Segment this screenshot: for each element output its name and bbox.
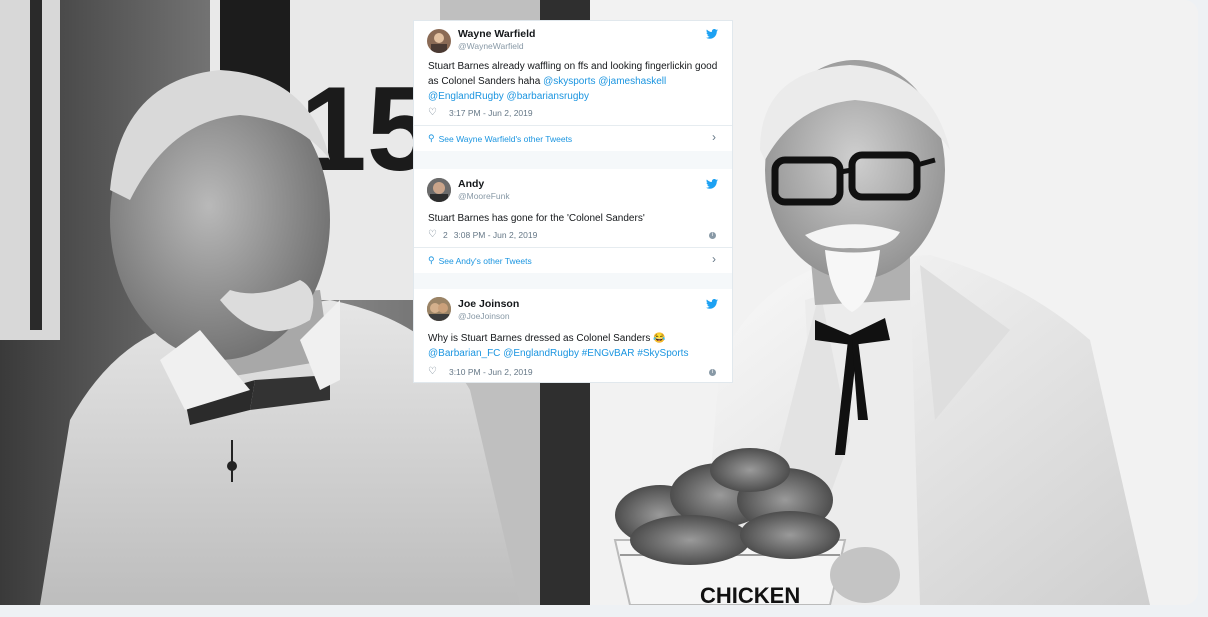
mention-link[interactable]: @barbariansrugby (507, 91, 589, 102)
tweet-author[interactable]: Joe Joinson (458, 298, 519, 310)
avatar-image-icon (431, 33, 447, 53)
chevron-right-icon[interactable]: › (712, 130, 716, 144)
tweet-text-body: Stuart Barnes has gone for the 'Colonel … (428, 213, 645, 224)
bucket-label: CHICKEN (700, 583, 800, 605)
tweet-text: Why is Stuart Barnes dressed as Colonel … (428, 331, 724, 361)
avatar[interactable] (427, 297, 451, 321)
tweet-embeds-panel: Wayne Warfield @WayneWarfield Stuart Bar… (413, 20, 733, 383)
tweet-separator (414, 273, 732, 289)
tweet-author[interactable]: Wayne Warfield (458, 28, 535, 40)
twitter-bird-icon[interactable] (706, 179, 718, 189)
tweet-handle[interactable]: @MooreFunk (458, 191, 510, 201)
see-other-tweets-label: See Andy's other Tweets (438, 255, 532, 266)
mention-link[interactable]: @skysports (543, 76, 595, 87)
tweet-text: Stuart Barnes has gone for the 'Colonel … (428, 211, 724, 226)
tweet-separator (414, 151, 732, 169)
tweet-meta: ♡ 3:10 PM - Jun 2, 2019 (428, 366, 533, 377)
heart-icon[interactable]: ♡ (428, 229, 437, 240)
mention-link[interactable]: @EnglandRugby (503, 348, 579, 359)
tweet-text: Stuart Barnes already waffling on ffs an… (428, 59, 724, 104)
see-other-tweets-link[interactable]: ⚲ See Andy's other Tweets (428, 255, 724, 266)
mention-link[interactable]: @EnglandRugby (428, 91, 504, 102)
chevron-right-icon[interactable]: › (712, 252, 716, 266)
tweet-card-1[interactable]: Wayne Warfield @WayneWarfield Stuart Bar… (414, 21, 732, 151)
search-icon: ⚲ (428, 255, 435, 265)
tweet-timestamp[interactable]: 3:08 PM - Jun 2, 2019 (454, 230, 538, 240)
info-icon[interactable]: i (709, 369, 716, 376)
tweet-timestamp[interactable]: 3:10 PM - Jun 2, 2019 (449, 367, 533, 377)
avatar[interactable] (427, 29, 451, 53)
tweet-card-3[interactable]: Joe Joinson @JoeJoinson Why is Stuart Ba… (414, 289, 732, 382)
divider (414, 125, 732, 126)
hashtag-link[interactable]: #SkySports (637, 348, 688, 359)
see-other-tweets-link[interactable]: ⚲ See Wayne Warfield's other Tweets (428, 133, 724, 144)
avatar-image-icon (427, 178, 451, 202)
see-other-tweets-label: See Wayne Warfield's other Tweets (438, 133, 573, 144)
avatar[interactable] (427, 178, 451, 202)
search-icon: ⚲ (428, 133, 435, 143)
heart-icon[interactable]: ♡ (428, 107, 437, 118)
heart-icon[interactable]: ♡ (428, 366, 437, 377)
divider (414, 247, 732, 248)
mention-link[interactable]: @jameshaskell (598, 76, 666, 87)
hashtag-link[interactable]: #ENGvBAR (582, 348, 635, 359)
twitter-bird-icon[interactable] (706, 29, 718, 39)
avatar-image-icon (427, 297, 451, 321)
tweet-meta: ♡ 3:17 PM - Jun 2, 2019 (428, 107, 533, 118)
image-frame: 15 CHICKEN Wayne Warfield @WayneWarfield… (0, 0, 1198, 605)
info-icon[interactable]: i (709, 232, 716, 239)
tweet-handle[interactable]: @JoeJoinson (458, 311, 510, 321)
tweet-author[interactable]: Andy (458, 178, 484, 190)
tweet-timestamp[interactable]: 3:17 PM - Jun 2, 2019 (449, 108, 533, 118)
twitter-bird-icon[interactable] (706, 299, 718, 309)
mention-link[interactable]: @Barbarian_FC (428, 348, 500, 359)
tweet-meta: ♡ 2 3:08 PM - Jun 2, 2019 (428, 229, 537, 240)
tweet-handle[interactable]: @WayneWarfield (458, 41, 524, 51)
tweet-text-body: Why is Stuart Barnes dressed as Colonel … (428, 333, 666, 344)
tweet-like-count: 2 (442, 229, 448, 240)
